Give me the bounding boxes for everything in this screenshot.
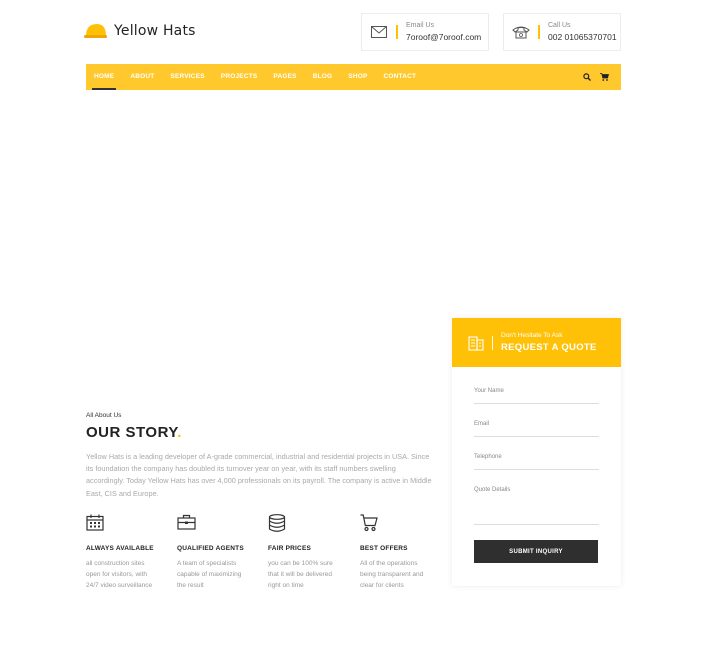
cart-icon [360,514,440,534]
story-title-text: OUR STORY [86,424,178,441]
hero-headline-line-2: GREAT ON ! [100,214,159,225]
get-started-button[interactable]: GET STARTED [174,237,240,260]
call-label: Call Us [548,22,571,29]
quote-form: Don't Hesitate To Ask REQUEST A QUOTE Yo… [452,318,621,586]
submit-inquiry-button[interactable]: SUBMIT INQUIRY [474,540,598,563]
feature-desc-line: all construction sites [86,560,145,567]
feature-desc: A team of specialists capable of maximiz… [177,558,257,591]
feature-qualified-agents: QUALIFIED AGENTS A team of specialists c… [177,514,257,591]
main-nav: HOME ABOUT SERVICES PROJECTS PAGES BLOG … [86,64,621,90]
briefcase-icon [177,514,257,534]
building-icon [468,336,484,351]
email-label: Email Us [406,22,435,29]
hard-hat-icon [84,24,107,38]
quote-details-field[interactable]: Quote Details [474,487,599,525]
feature-desc-line: being transparent and [360,571,424,578]
divider [538,25,540,39]
feature-title: FAIR PRICES [268,545,312,552]
calendar-icon [86,514,166,534]
telephone-field[interactable]: Telephone [474,454,599,470]
envelope-icon [362,26,396,38]
site-header: Yellow Hats Email Us 7oroof@7oroof.com C… [0,0,720,64]
quote-header: Don't Hesitate To Ask REQUEST A QUOTE [452,318,621,367]
feature-desc-line: capable of maximizing [177,571,242,578]
hero-card: The Best Construction Company WE DO ONLY… [86,168,254,276]
nav-item-blog[interactable]: BLOG [305,64,341,90]
slider-next-button[interactable]: › [103,319,136,352]
feature-desc-line: 24/7 video surveillance [86,582,153,589]
feature-desc-line: right on time [268,582,304,589]
nav-item-shop[interactable]: SHOP [340,64,375,90]
feature-title: BEST OFFERS [360,545,408,552]
feature-desc-line: the result [177,582,204,589]
coins-icon [268,514,348,534]
nav-item-pages[interactable]: PAGES [265,64,304,90]
story-subtitle: All About Us [86,412,122,419]
divider [492,335,493,350]
divider [396,25,398,39]
logo[interactable]: Yellow Hats [84,20,196,42]
story-title-dot: . [177,424,182,441]
quote-title: REQUEST A QUOTE [501,342,597,353]
feature-title: ALWAYS AVAILABLE [86,545,154,552]
hero-headline: WE DO ONLY WHAT WE ARE GREAT ON ! [100,199,240,227]
nav-item-projects[interactable]: PROJECTS [213,64,266,90]
search-icon[interactable] [583,73,591,81]
page-bottom [0,633,720,660]
feature-desc-line: that it will be delivered [268,571,332,578]
story-text: Yellow Hats is a leading developer of A-… [86,452,432,498]
feature-desc: you can be 100% sure that it will be del… [268,558,348,591]
phone-contact[interactable]: Call Us 002 01065370701 [503,13,621,51]
nav-item-about[interactable]: ABOUT [122,64,162,90]
feature-title: QUALIFIED AGENTS [177,545,244,552]
feature-best-offers: BEST OFFERS All of the operations being … [360,514,440,591]
feature-desc-line: open for visitors, with [86,571,148,578]
read-more-button[interactable]: READ MORE [100,237,165,260]
nav-item-contact[interactable]: CONTACT [376,64,425,90]
email-value[interactable]: 7oroof@7oroof.com [406,32,481,42]
slider-prev-button[interactable]: ‹ [86,319,98,352]
feature-desc: All of the operations being transparent … [360,558,440,591]
feature-desc-line: clear for clients [360,582,404,589]
hero-headline-line-1: WE DO ONLY WHAT WE ARE [100,200,238,211]
nav-item-services[interactable]: SERVICES [162,64,212,90]
name-field[interactable]: Your Name [474,388,599,404]
email-contact[interactable]: Email Us 7oroof@7oroof.com [361,13,489,51]
feature-always-available: ALWAYS AVAILABLE all construction sites … [86,514,166,591]
feature-desc-line: you can be 100% sure [268,560,333,567]
feature-desc: all construction sites open for visitors… [86,558,166,591]
feature-desc-line: A team of specialists [177,560,237,567]
call-value[interactable]: 002 01065370701 [548,32,617,42]
hero-subtitle: The Best Construction Company [100,180,202,187]
feature-desc-line: All of the operations [360,560,418,567]
quote-small-text: Don't Hesitate To Ask [501,332,563,339]
feature-fair-prices: FAIR PRICES you can be 100% sure that it… [268,514,348,591]
story-title: OUR STORY. [86,424,182,441]
brand-name: Yellow Hats [114,23,196,39]
nav-item-home[interactable]: HOME [86,64,122,90]
email-field[interactable]: Email [474,421,599,437]
phone-icon [504,25,538,39]
cart-icon[interactable] [600,73,609,81]
